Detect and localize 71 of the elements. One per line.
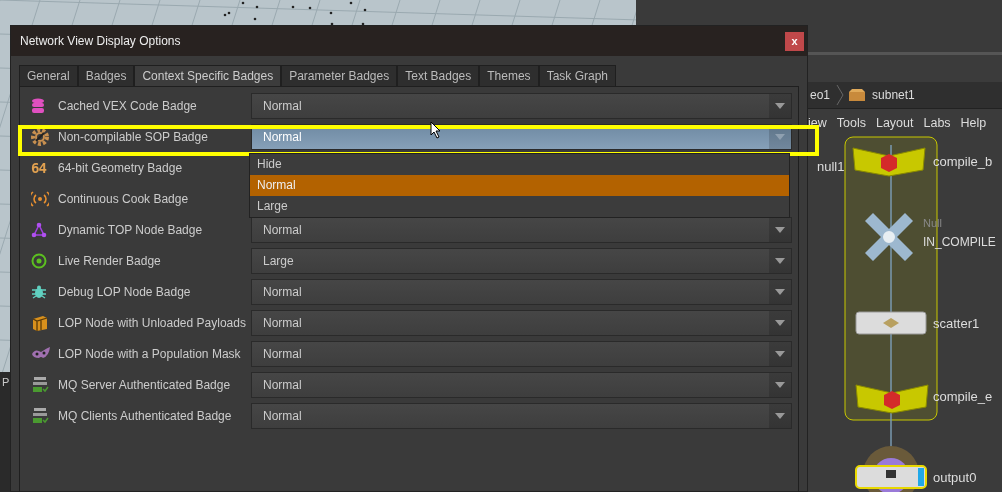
window-title: Network View Display Options	[20, 34, 181, 48]
tab[interactable]: Context Specific Badges	[134, 65, 282, 86]
node-name: compile_b	[933, 154, 993, 169]
dropdown[interactable]: Normal	[251, 310, 792, 336]
caret-icon	[775, 289, 785, 295]
menu-item[interactable]: Layout	[875, 116, 914, 130]
menu-item[interactable]: Tools	[836, 116, 866, 130]
option-label: Non-compilable SOP Badge	[58, 130, 209, 144]
tab[interactable]: Text Badges	[397, 65, 480, 86]
menu-item[interactable]: Help	[960, 116, 987, 130]
menu-option[interactable]: Large	[250, 196, 789, 217]
tab[interactable]: Badges	[77, 65, 135, 86]
box-icon	[848, 88, 867, 102]
server-check-icon	[31, 376, 49, 394]
cursor-icon	[430, 121, 442, 139]
dropdown[interactable]: Normal	[251, 217, 792, 243]
tab[interactable]: Themes	[479, 65, 539, 86]
signal-icon	[31, 191, 49, 207]
bug-icon	[31, 284, 47, 300]
server-check-icon	[31, 407, 49, 425]
dropdown[interactable]: Normal	[251, 279, 792, 305]
caret-icon	[775, 103, 785, 109]
caret-icon	[775, 258, 785, 264]
compile-node[interactable]	[852, 147, 926, 177]
close-button[interactable]: x	[785, 31, 804, 51]
menu-item[interactable]: Labs	[923, 116, 951, 130]
scatter-node[interactable]	[855, 311, 927, 335]
caret-icon	[775, 227, 785, 233]
breadcrumb-item[interactable]: subnet1	[870, 88, 917, 102]
caret-icon	[775, 320, 785, 326]
dropdown[interactable]: Large	[251, 248, 792, 274]
caret-icon	[775, 413, 785, 419]
geometry-64-icon: 64	[31, 160, 46, 176]
node-name: output0	[933, 470, 977, 485]
tab[interactable]: General	[19, 65, 78, 86]
option-label: Cached VEX Code Badge	[58, 99, 198, 113]
dropdown[interactable]: Normal	[251, 93, 792, 119]
option-label: Live Render Badge	[58, 254, 162, 268]
node-name: scatter1	[933, 316, 980, 331]
graph-icon	[31, 222, 47, 238]
option-label: LOP Node with a Population Mask	[58, 347, 242, 361]
option-label: Dynamic TOP Node Badge	[58, 223, 204, 237]
pane-tab-label[interactable]: P	[2, 376, 10, 388]
tab[interactable]: Parameter Badges	[281, 65, 398, 86]
compile-node[interactable]	[855, 384, 929, 414]
menu-option[interactable]: Hide	[250, 154, 789, 175]
dropdown[interactable]: Normal	[251, 341, 792, 367]
node-name: IN_COMPILE	[923, 235, 996, 249]
option-label: LOP Node with Unloaded Payloads	[58, 316, 247, 330]
option-label: MQ Server Authenticated Badge	[58, 378, 232, 392]
gear-icon	[31, 128, 49, 146]
caret-icon	[775, 382, 785, 388]
database-icon	[31, 98, 45, 114]
option-label: MQ Clients Authenticated Badge	[58, 409, 233, 423]
target-icon	[31, 253, 47, 269]
chevron-icon	[836, 85, 845, 105]
node-name: compile_e	[933, 389, 993, 404]
null-node[interactable]	[865, 213, 913, 261]
option-label: 64-bit Geometry Badge	[58, 161, 184, 175]
breadcrumb-item[interactable]: eo1	[808, 88, 833, 102]
menu-option[interactable]: Normal	[250, 175, 789, 196]
option-label: Continuous Cook Badge	[58, 192, 190, 206]
option-label: Debug LOP Node Badge	[58, 285, 192, 299]
box-icon	[31, 314, 49, 332]
caret-icon	[775, 134, 785, 140]
output-node[interactable]	[855, 446, 927, 492]
dropdown[interactable]: Normal	[251, 403, 792, 429]
dropdown[interactable]: Normal	[251, 372, 792, 398]
node-name: null1	[817, 159, 845, 174]
caret-icon	[775, 351, 785, 357]
tab[interactable]: Task Graph	[538, 65, 616, 86]
